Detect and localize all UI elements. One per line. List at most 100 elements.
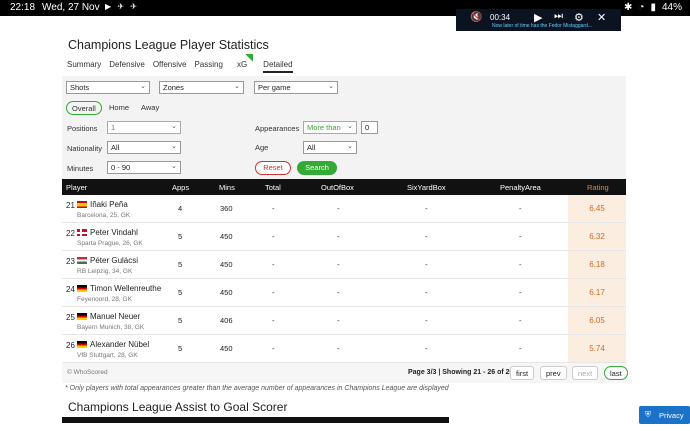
player-rank: 23 (66, 257, 75, 266)
cell-outofbox: - (337, 232, 340, 241)
close-icon[interactable]: ✕ (597, 11, 606, 24)
positions-value: 1 (111, 123, 116, 132)
venue-overall[interactable]: Overall (66, 101, 102, 115)
video-time: 00:34 (490, 13, 511, 22)
minutes-value: 0 - 90 (111, 163, 131, 172)
cell-outofbox: - (337, 316, 340, 325)
player-name[interactable]: Alexander Nübel (90, 340, 149, 349)
tab-defensive[interactable]: Defensive (109, 60, 145, 73)
mute-icon[interactable]: 🔇 (470, 12, 482, 23)
cell-mins: 360 (220, 204, 233, 213)
subcategory-select[interactable]: Zones ⌄ (159, 81, 244, 94)
chevron-down-icon: ⌄ (234, 83, 240, 90)
player-name[interactable]: Timon Wellenreuthe (90, 284, 161, 293)
bluetooth-icon: ✱ (624, 2, 633, 13)
player-rank: 25 (66, 313, 75, 322)
player-meta: Bayern Munich, 38, GK (77, 324, 145, 331)
col-player[interactable]: Player (66, 183, 87, 192)
cell-rating: 5.74 (568, 335, 626, 362)
cell-apps: 5 (178, 260, 183, 269)
first-page-button[interactable]: first (510, 366, 535, 380)
col-rating[interactable]: Rating (587, 183, 609, 192)
player-name[interactable]: Peter Vindahl (90, 228, 138, 237)
cell-total: - (272, 316, 275, 325)
search-button[interactable]: Search (297, 161, 337, 175)
player-meta: RB Leipzig, 34, GK (77, 268, 133, 275)
tab-passing[interactable]: Passing (194, 60, 222, 73)
cell-outofbox: - (337, 204, 340, 213)
last-page-button[interactable]: last (604, 366, 628, 380)
cell-penaltyarea: - (519, 344, 522, 353)
cell-sixyardbox: - (425, 232, 428, 241)
status-time: 22:18 (10, 2, 36, 13)
table-header: Player Apps Mins Total OutOfBox SixYardB… (62, 179, 626, 195)
venue-home[interactable]: Home (104, 101, 134, 115)
age-value: All (307, 143, 316, 152)
player-rank: 26 (66, 341, 75, 350)
chevron-down-icon: ⌄ (328, 83, 334, 90)
cell-apps: 4 (178, 204, 183, 213)
appearances-operator-select[interactable]: More than ⌄ (303, 121, 357, 134)
tab-xg[interactable]: xG (237, 54, 254, 73)
shield-icon: ⛨ (645, 410, 651, 419)
cell-outofbox: - (337, 288, 340, 297)
appearances-input[interactable]: 0 (361, 121, 378, 134)
chevron-down-icon: ⌄ (171, 123, 177, 130)
cell-apps: 5 (178, 344, 183, 353)
skip-icon[interactable]: ⏭ (554, 11, 563, 22)
stat-type-select[interactable]: Per game ⌄ (254, 81, 338, 94)
col-mins[interactable]: Mins (219, 183, 235, 192)
minutes-select[interactable]: 0 - 90 ⌄ (107, 161, 181, 174)
nationality-value: All (111, 143, 120, 152)
germany-flag-icon (77, 285, 87, 292)
cell-mins: 450 (220, 232, 233, 241)
cell-total: - (272, 344, 275, 353)
tab-detailed[interactable]: Detailed (263, 60, 293, 73)
chevron-down-icon: ⌄ (347, 123, 353, 130)
cell-mins: 450 (220, 288, 233, 297)
stats-tabs: Summary Defensive Offensive Passing xG D… (67, 54, 301, 73)
germany-flag-icon (77, 341, 87, 348)
page-info: Page 3/3 | Showing 21 - 26 of 26 (408, 369, 514, 376)
whoscored-credit: © WhoScored (67, 369, 108, 376)
col-apps[interactable]: Apps (172, 183, 189, 192)
battery-level: 44% (661, 2, 682, 13)
player-meta: Sparta Prague, 26, GK (77, 240, 143, 247)
cell-rating: 6.17 (568, 279, 626, 306)
privacy-button[interactable]: ⛨ Privacy (639, 406, 690, 424)
next-page-button[interactable]: next (572, 366, 599, 380)
cell-sixyardbox: - (425, 260, 428, 269)
cell-rating: 6.32 (568, 223, 626, 250)
player-name[interactable]: Péter Gulácsi (90, 256, 138, 265)
section-title: Champions League Assist to Goal Scorer (68, 400, 288, 414)
cell-mins: 450 (220, 260, 233, 269)
tab-offensive[interactable]: Offensive (153, 60, 187, 73)
col-sixyardbox[interactable]: SixYardBox (407, 183, 446, 192)
chevron-down-icon: ⌄ (171, 163, 177, 170)
footnote: * Only players with total appearances gr… (65, 385, 449, 392)
col-total[interactable]: Total (265, 183, 281, 192)
battery-icon: ▮ (650, 2, 656, 13)
player-name[interactable]: Manuel Neuer (90, 312, 140, 321)
tab-summary[interactable]: Summary (67, 60, 101, 73)
col-outofbox[interactable]: OutOfBox (321, 183, 354, 192)
nationality-select[interactable]: All ⌄ (107, 141, 181, 154)
reset-button[interactable]: Reset (255, 161, 291, 175)
col-penaltyarea[interactable]: PenaltyArea (500, 183, 541, 192)
category-select[interactable]: Shots ⌄ (66, 81, 150, 94)
cell-apps: 5 (178, 288, 183, 297)
positions-select[interactable]: 1 ⌄ (107, 121, 181, 134)
venue-away[interactable]: Away (136, 101, 164, 115)
age-select[interactable]: All ⌄ (303, 141, 357, 154)
cell-penaltyarea: - (519, 232, 522, 241)
floating-video-player[interactable]: 🔇 00:34 ▶ ⏭ ⚙ ✕ Now later of time has th… (456, 9, 621, 31)
cell-total: - (272, 288, 275, 297)
cell-sixyardbox: - (425, 316, 428, 325)
chevron-down-icon: ⌄ (347, 143, 353, 150)
hungary-flag-icon (77, 257, 87, 264)
cell-total: - (272, 260, 275, 269)
prev-page-button[interactable]: prev (540, 366, 567, 380)
player-name[interactable]: Iñaki Peña (90, 200, 128, 209)
cell-penaltyarea: - (519, 316, 522, 325)
cell-sixyardbox: - (425, 288, 428, 297)
